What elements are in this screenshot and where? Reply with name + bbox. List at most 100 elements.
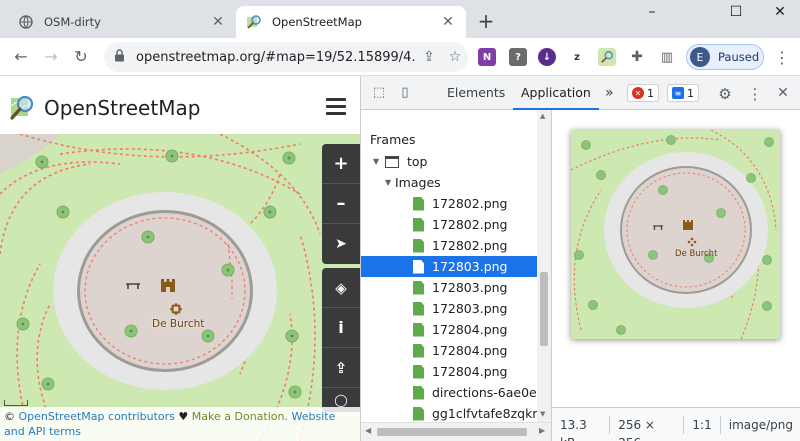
browser-menu-icon[interactable]: ⋮ [774,48,790,67]
image-preview-pane: De Burcht [551,110,800,407]
zoom-out-button[interactable]: – [322,184,360,224]
new-tab-button[interactable]: + [474,9,498,33]
hamburger-menu-icon[interactable] [326,98,346,119]
tree-file-item[interactable]: 172804.png [361,340,537,361]
frames-horizontal-scrollbar[interactable]: ◀ ▶ [361,422,551,441]
error-icon: ✕ [632,87,644,99]
tree-item-label: 172804.png [432,364,508,379]
image-size: 13.3 kB [552,415,611,441]
map-label-de-burcht: De Burcht [152,318,205,330]
share-map-button[interactable]: ⇪ [322,348,360,388]
tree-file-item[interactable]: 172803.png [361,256,537,277]
close-devtools-icon[interactable]: ✕ [775,85,791,101]
map-attribution: © OpenStreetMap contributors ♥ Make a Do… [0,407,360,441]
image-mime-type: image/png [728,417,793,432]
tree-file-item[interactable]: 172803.png [361,277,537,298]
tree-file-item[interactable]: gg1clfvtafe8zqkr6c [361,403,551,422]
copyright-symbol: © [4,410,15,423]
contributors-link[interactable]: OpenStreetMap contributors [19,410,175,423]
settings-gear-icon[interactable]: ⚙ [717,85,733,103]
tree-file-item[interactable]: 172802.png [361,193,537,214]
image-dimensions: 256 × 256 [610,415,685,441]
image-file-icon [413,406,424,421]
share-icon[interactable]: ⇪ [416,49,442,65]
layers-button[interactable]: ◈ [322,268,360,308]
tab-openstreetmap[interactable]: OpenStreetMap ✕ [236,6,466,38]
tree-file-item[interactable]: 172804.png [361,319,537,340]
tree-item-label: 172802.png [432,196,508,211]
tile-image-preview: De Burcht [571,130,780,339]
tree-item-label: 172803.png [432,301,508,316]
image-aspect-ratio: 1:1 [684,415,721,434]
tab-osm-dirty[interactable]: OSM-dirty ✕ [8,6,236,38]
sidepanel-icon[interactable]: ▥ [658,48,676,66]
close-window-button[interactable]: ✕ [764,4,796,20]
forward-arrow-icon[interactable]: → [40,46,62,68]
osm-extension-icon[interactable] [598,48,616,66]
onenote-extension-icon[interactable]: N [478,48,496,66]
puzzle-extensions-icon[interactable]: ✚ [628,48,646,66]
maximize-button[interactable]: ☐ [720,4,752,20]
expand-triangle-icon[interactable]: ▼ [373,157,383,166]
zotero-extension-icon[interactable]: z [568,48,586,66]
tree-file-item[interactable]: 172804.png [361,361,537,382]
osm-site-title[interactable]: OpenStreetMap [44,96,200,120]
browser-toolbar: ← → ↻ openstreetmap.org/#map=19/52.15899… [0,38,800,76]
lock-icon [114,49,128,65]
devtools-panel: ⬚ ▯ Elements Application » ✕ 1 ≡ 1 ⚙ ⋮ ✕… [360,76,800,441]
osm-logo-icon[interactable] [10,94,36,120]
tree-item-label: directions-6ae0ecc [432,385,551,400]
tree-file-item[interactable]: directions-6ae0ecc [361,382,551,403]
tree-folder-item[interactable]: ▼ Images [361,172,537,193]
tree-file-item[interactable]: 172802.png [361,235,537,256]
back-arrow-icon[interactable]: ← [10,46,32,68]
scroll-thumb[interactable] [540,272,548,346]
map-canvas[interactable]: De Burcht [0,134,360,441]
close-tab-icon[interactable]: ✕ [440,14,456,30]
minimize-button[interactable]: – [636,4,668,20]
expand-triangle-icon[interactable]: ▼ [385,178,395,187]
profile-status: Paused [718,50,760,64]
frames-vertical-scrollbar[interactable]: ▲ ▼ [537,110,551,422]
tab-application[interactable]: Application [513,76,599,110]
image-file-icon [413,259,424,274]
map-tools: ◈ i ⇪ ◯ [322,268,360,412]
tree-item-label: Images [395,175,441,190]
frame-window-icon [385,155,399,168]
tree-file-item[interactable]: 172802.png [361,214,537,235]
donation-link[interactable]: Make a Donation. [192,410,288,423]
tree-file-item[interactable]: 172803.png [361,298,537,319]
frames-tree: Frames ▼ top ▼ Images 172802.png 172802.png 17… [361,110,551,422]
profile-button[interactable]: E Paused [686,44,764,70]
device-toolbar-icon[interactable]: ▯ [397,85,413,101]
address-bar[interactable]: openstreetmap.org/#map=19/52.15899/4... … [104,42,468,72]
inspect-element-icon[interactable]: ⬚ [371,85,387,101]
download-extension-icon[interactable]: ↓ [538,48,556,66]
devtools-menu-icon[interactable]: ⋮ [747,85,763,103]
tab-elements[interactable]: Elements [447,76,505,110]
message-icon: ≡ [672,87,684,99]
message-count-badge[interactable]: ≡ 1 [667,84,699,102]
zoom-in-button[interactable]: + [322,144,360,184]
error-count-badge[interactable]: ✕ 1 [627,84,659,102]
zoom-controls: + – ➤ [322,144,360,264]
image-info-bar: 13.3 kB 256 × 256 1:1 image/png [551,407,800,441]
tree-frame-item[interactable]: ▼ top [361,151,537,172]
locate-button[interactable]: ➤ [322,224,360,264]
tree-item-label: gg1clfvtafe8zqkr6c [432,406,551,421]
image-file-icon [413,196,424,211]
reload-icon[interactable]: ↻ [70,46,92,68]
more-tabs-icon[interactable]: » [605,76,614,110]
image-file-icon [413,343,424,358]
image-file-icon [413,280,424,295]
close-tab-icon[interactable]: ✕ [210,14,226,30]
scroll-thumb[interactable] [377,428,527,436]
bookmark-star-icon[interactable]: ☆ [442,49,468,65]
tree-item-label: 172803.png [432,259,508,274]
tree-item-label: 172802.png [432,217,508,232]
image-file-icon [413,301,424,316]
tile-label-de-burcht: De Burcht [675,249,718,259]
help-extension-icon[interactable]: ? [509,48,527,66]
info-button[interactable]: i [322,308,360,348]
scale-bar [4,400,28,406]
